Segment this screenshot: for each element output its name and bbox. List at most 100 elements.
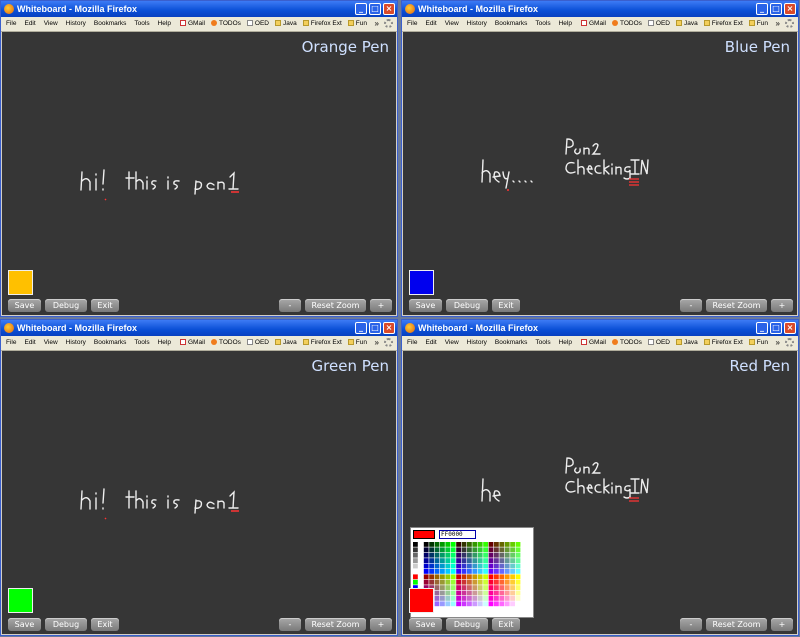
menu-tools[interactable]: Tools	[535, 336, 550, 350]
title-bar[interactable]: Whiteboard - Mozilla Firefox _ □ ×	[1, 1, 397, 17]
bookmark-fun[interactable]: Fun	[347, 17, 367, 31]
save-button[interactable]: Save	[409, 299, 442, 312]
debug-button[interactable]: Debug	[45, 299, 87, 312]
exit-button[interactable]: Exit	[492, 618, 520, 631]
whiteboard-canvas[interactable]: Blue Pen Save Debug Exit - Reset Zoom +	[403, 32, 797, 315]
zoom-in-button[interactable]: +	[370, 299, 392, 312]
menu-bookmarks[interactable]: Bookmarks	[94, 17, 127, 31]
zoom-in-button[interactable]: +	[370, 618, 392, 631]
bookmark-fun[interactable]: Fun	[748, 336, 768, 350]
bookmark-firefox-ext[interactable]: Firefox Ext	[302, 336, 342, 350]
bookmark-gmail[interactable]: GMail	[580, 17, 606, 31]
menu-history[interactable]: History	[467, 336, 487, 350]
close-button[interactable]: ×	[784, 3, 796, 15]
menu-tools[interactable]: Tools	[535, 17, 550, 31]
menu-view[interactable]: View	[445, 17, 459, 31]
menu-help[interactable]: Help	[158, 17, 171, 31]
menu-history[interactable]: History	[66, 17, 86, 31]
bookmark-todos[interactable]: TODOs	[611, 17, 642, 31]
maximize-button[interactable]: □	[369, 322, 381, 334]
title-bar[interactable]: Whiteboard - Mozilla Firefox _ □ ×	[402, 1, 798, 17]
title-bar[interactable]: Whiteboard - Mozilla Firefox _ □ ×	[402, 320, 798, 336]
whiteboard-canvas[interactable]: Green Pen Save Debug Exit - Reset Zoom +	[2, 351, 396, 634]
reset-zoom-button[interactable]: Reset Zoom	[305, 299, 366, 312]
minimize-button[interactable]: _	[355, 322, 367, 334]
debug-button[interactable]: Debug	[45, 618, 87, 631]
menu-edit[interactable]: Edit	[24, 336, 35, 350]
zoom-out-button[interactable]: -	[279, 299, 301, 312]
zoom-out-button[interactable]: -	[680, 618, 702, 631]
bookmarks-chevron-icon[interactable]: »	[375, 336, 379, 350]
minimize-button[interactable]: _	[756, 3, 768, 15]
menu-history[interactable]: History	[66, 336, 86, 350]
whiteboard-canvas[interactable]: Orange Pen Save Debug Exit - Reset Zoom …	[2, 32, 396, 315]
menu-bookmarks[interactable]: Bookmarks	[495, 17, 528, 31]
menu-bookmarks[interactable]: Bookmarks	[94, 336, 127, 350]
bookmarks-chevron-icon[interactable]: »	[776, 336, 780, 350]
zoom-in-button[interactable]: +	[771, 618, 793, 631]
close-button[interactable]: ×	[784, 322, 796, 334]
bookmark-java[interactable]: Java	[274, 336, 297, 350]
bookmark-oed[interactable]: OED	[647, 17, 670, 31]
bookmark-gmail[interactable]: GMail	[179, 336, 205, 350]
bookmark-oed[interactable]: OED	[647, 336, 670, 350]
menu-file[interactable]: File	[407, 336, 417, 350]
whiteboard-canvas[interactable]: Red Pen FF0000 Save Debug Exit - Reset Z…	[403, 351, 797, 634]
menu-view[interactable]: View	[445, 336, 459, 350]
bookmark-java[interactable]: Java	[675, 336, 698, 350]
debug-button[interactable]: Debug	[446, 299, 488, 312]
bookmark-firefox-ext[interactable]: Firefox Ext	[703, 17, 743, 31]
menu-help[interactable]: Help	[158, 336, 171, 350]
menu-tools[interactable]: Tools	[134, 17, 149, 31]
menu-tools[interactable]: Tools	[134, 336, 149, 350]
menu-history[interactable]: History	[467, 17, 487, 31]
bookmark-fun[interactable]: Fun	[347, 336, 367, 350]
bookmark-gmail[interactable]: GMail	[179, 17, 205, 31]
reset-zoom-button[interactable]: Reset Zoom	[706, 299, 767, 312]
pen-color-swatch[interactable]	[8, 588, 33, 613]
bookmark-java[interactable]: Java	[274, 17, 297, 31]
menu-file[interactable]: File	[6, 336, 16, 350]
bookmark-firefox-ext[interactable]: Firefox Ext	[302, 17, 342, 31]
bookmark-todos[interactable]: TODOs	[611, 336, 642, 350]
bookmarks-chevron-icon[interactable]: »	[776, 17, 780, 31]
menu-view[interactable]: View	[44, 336, 58, 350]
exit-button[interactable]: Exit	[492, 299, 520, 312]
menu-edit[interactable]: Edit	[425, 336, 436, 350]
bookmark-gmail[interactable]: GMail	[580, 336, 606, 350]
debug-button[interactable]: Debug	[446, 618, 488, 631]
bookmark-oed[interactable]: OED	[246, 336, 269, 350]
menu-edit[interactable]: Edit	[24, 17, 35, 31]
reset-zoom-button[interactable]: Reset Zoom	[305, 618, 366, 631]
exit-button[interactable]: Exit	[91, 618, 119, 631]
exit-button[interactable]: Exit	[91, 299, 119, 312]
menu-view[interactable]: View	[44, 17, 58, 31]
close-button[interactable]: ×	[383, 322, 395, 334]
minimize-button[interactable]: _	[756, 322, 768, 334]
pen-color-swatch[interactable]	[409, 588, 434, 613]
reset-zoom-button[interactable]: Reset Zoom	[706, 618, 767, 631]
zoom-out-button[interactable]: -	[279, 618, 301, 631]
save-button[interactable]: Save	[8, 618, 41, 631]
menu-file[interactable]: File	[6, 17, 16, 31]
menu-file[interactable]: File	[407, 17, 417, 31]
save-button[interactable]: Save	[409, 618, 442, 631]
close-button[interactable]: ×	[383, 3, 395, 15]
menu-help[interactable]: Help	[559, 336, 572, 350]
maximize-button[interactable]: □	[770, 3, 782, 15]
minimize-button[interactable]: _	[355, 3, 367, 15]
menu-bookmarks[interactable]: Bookmarks	[495, 336, 528, 350]
pen-color-swatch[interactable]	[409, 270, 434, 295]
bookmark-todos[interactable]: TODOs	[210, 336, 241, 350]
bookmark-todos[interactable]: TODOs	[210, 17, 241, 31]
bookmark-fun[interactable]: Fun	[748, 17, 768, 31]
hex-color-input[interactable]: FF0000	[439, 530, 476, 539]
maximize-button[interactable]: □	[369, 3, 381, 15]
zoom-in-button[interactable]: +	[771, 299, 793, 312]
menu-edit[interactable]: Edit	[425, 17, 436, 31]
maximize-button[interactable]: □	[770, 322, 782, 334]
title-bar[interactable]: Whiteboard - Mozilla Firefox _ □ ×	[1, 320, 397, 336]
bookmark-firefox-ext[interactable]: Firefox Ext	[703, 336, 743, 350]
zoom-out-button[interactable]: -	[680, 299, 702, 312]
bookmark-oed[interactable]: OED	[246, 17, 269, 31]
